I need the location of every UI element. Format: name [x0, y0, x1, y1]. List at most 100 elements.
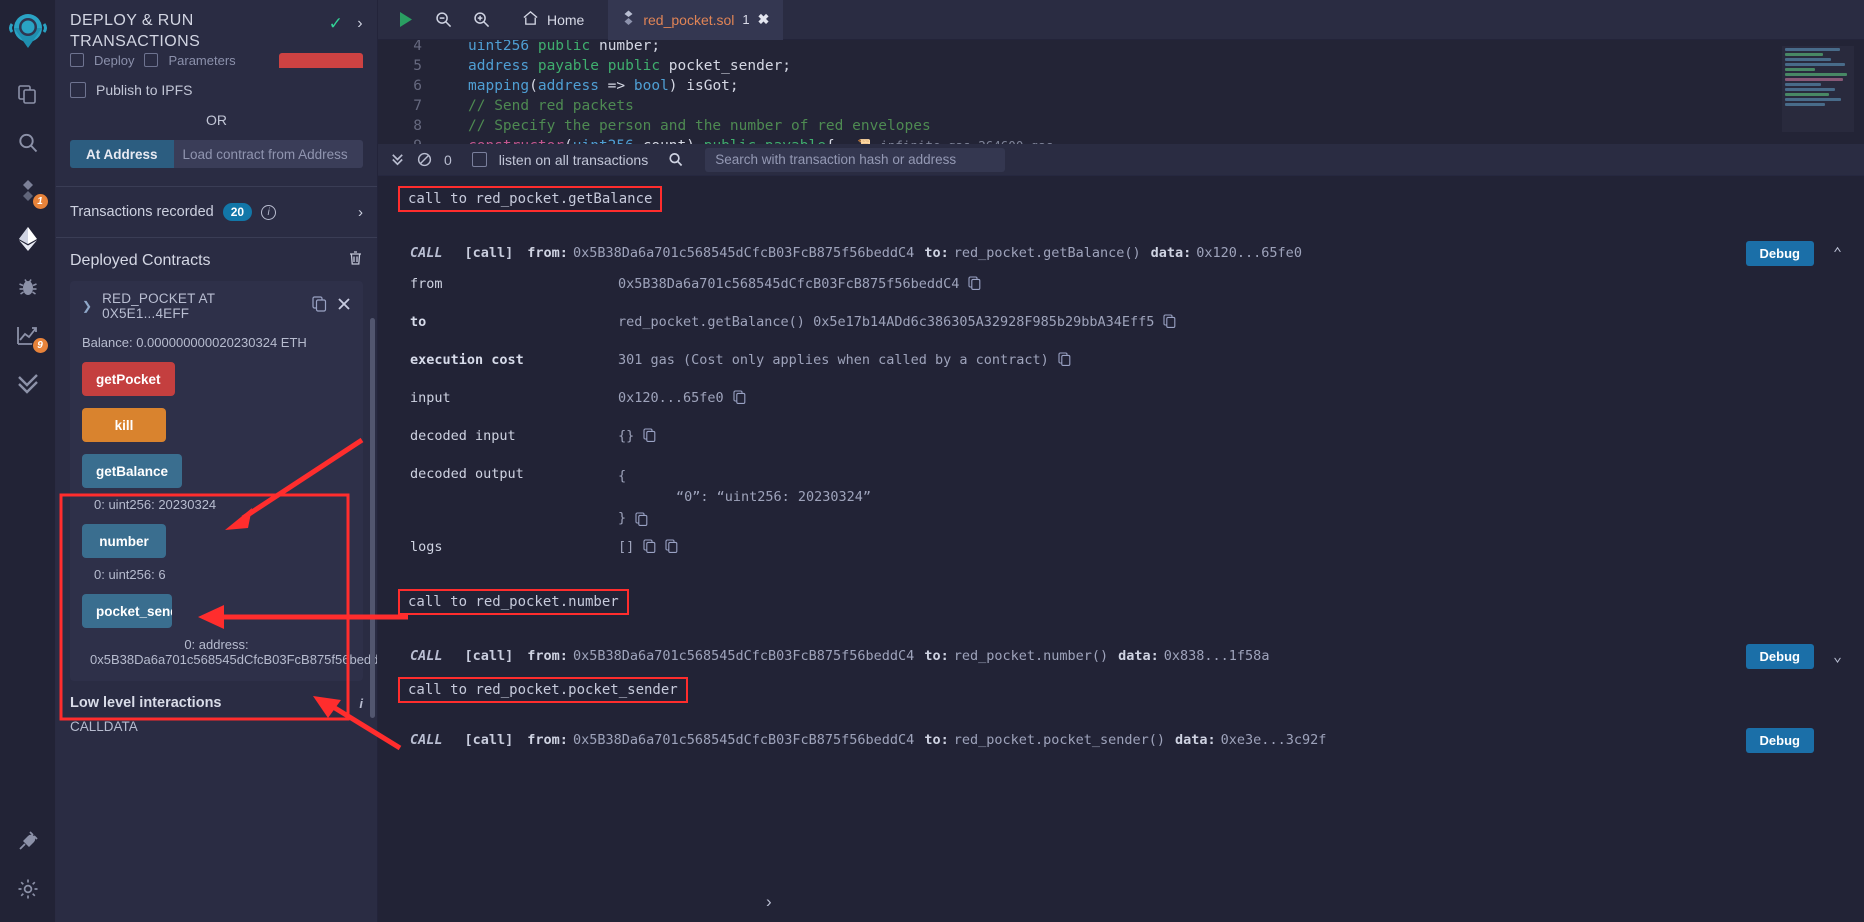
- check-icon[interactable]: ✓: [329, 13, 344, 34]
- publish-ipfs-label: Publish to IPFS: [96, 82, 193, 98]
- copy-icon[interactable]: [643, 539, 656, 553]
- debug-button[interactable]: Debug: [1746, 728, 1814, 753]
- copy-icon[interactable]: [733, 390, 746, 404]
- tab-file-label: red_pocket.sol: [643, 12, 734, 28]
- close-icon[interactable]: ✖: [758, 11, 770, 28]
- home-icon: [522, 10, 539, 29]
- tab-red-pocket-sol[interactable]: red_pocket.sol 1 ✖: [608, 0, 783, 40]
- sidebar-item-plugin-manager[interactable]: [6, 818, 50, 864]
- calldata-label: CALLDATA: [56, 711, 377, 734]
- solidity-badge: 1: [32, 193, 49, 210]
- line-code: constructor(uint256 count) public payabl…: [440, 136, 1053, 144]
- close-icon[interactable]: [337, 297, 351, 316]
- detail-value: { “0”: “uint256: 20230324” }: [618, 464, 871, 529]
- deploy-radio[interactable]: [70, 53, 84, 67]
- chevron-right-icon[interactable]: ›: [358, 204, 363, 221]
- sidebar-item-solidity-compiler[interactable]: 1: [6, 168, 50, 214]
- expand-panel-chevron-icon[interactable]: ›: [766, 892, 772, 912]
- debug-button[interactable]: Debug: [1746, 644, 1814, 669]
- detail-value: red_pocket.getBalance() 0x5e17b14ADd6c38…: [618, 312, 1176, 330]
- terminal-search-input[interactable]: [705, 148, 1005, 172]
- at-address-button[interactable]: At Address: [70, 140, 174, 168]
- publish-ipfs-checkbox[interactable]: [70, 82, 86, 98]
- deploy-run-panel: DEPLOY & RUN TRANSACTIONS ✓ › Deploy Par…: [56, 0, 378, 922]
- sidebar-item-settings[interactable]: [6, 866, 50, 912]
- double-check-icon: [16, 372, 40, 394]
- deploy-button-clipped[interactable]: [279, 53, 363, 68]
- sidebar-item-search[interactable]: [6, 120, 50, 166]
- contract-functions: getPocket kill getBalance 0: uint256: 20…: [82, 350, 351, 667]
- copy-icon[interactable]: [312, 296, 327, 317]
- editor-minimap[interactable]: [1782, 46, 1854, 132]
- contract-header[interactable]: ❯ RED_POCKET AT 0X5E1...4EFF: [82, 291, 351, 321]
- transactions-recorded-row[interactable]: Transactions recorded 20 i ›: [56, 187, 377, 237]
- detail-key: decoded input: [410, 426, 618, 444]
- deployed-contract-card: ❯ RED_POCKET AT 0X5E1...4EFF Balance: 0.…: [70, 281, 363, 681]
- line-code: address payable public pocket_sender;: [440, 56, 791, 76]
- copy-icon[interactable]: [1163, 314, 1176, 328]
- debug-button[interactable]: Debug: [1746, 241, 1814, 266]
- function-button-getBalance[interactable]: getBalance: [82, 454, 182, 488]
- tx-to-value: red_pocket.pocket_sender(): [954, 732, 1165, 748]
- low-level-interactions-header: Low level interactions i: [56, 681, 377, 711]
- transaction-summary-getBalance[interactable]: CALL [call] from: 0x5B38Da6a701c568545dC…: [378, 236, 1864, 270]
- detail-row-execution-cost: execution cost 301 gas (Cost only applie…: [378, 350, 1864, 388]
- code-line: 7 // Send red packets: [378, 96, 1864, 116]
- sidebar-item-deploy-run-transactions[interactable]: [6, 216, 50, 262]
- panel-header: DEPLOY & RUN TRANSACTIONS ✓ ›: [56, 0, 377, 56]
- ban-icon[interactable]: [417, 152, 432, 167]
- copy-icon[interactable]: [635, 512, 648, 526]
- or-separator: OR: [70, 112, 363, 128]
- tx-data-value: 0xe3e...3c92f: [1221, 732, 1327, 748]
- tx-data-label: data:: [1151, 245, 1192, 261]
- publish-ipfs-row[interactable]: Publish to IPFS: [70, 82, 363, 98]
- detail-row-logs: logs []: [378, 537, 1864, 575]
- line-code: // Send red packets: [440, 96, 634, 116]
- transactions-recorded-count: 20: [223, 203, 252, 221]
- transaction-summary-pocket_sender[interactable]: CALL [call] from: 0x5B38Da6a701c568545dC…: [378, 723, 1864, 757]
- code-editor[interactable]: 4 uint256 public number; 5 address payab…: [378, 40, 1864, 144]
- function-button-pocket_sender[interactable]: pocket_sender: [82, 594, 172, 628]
- sidebar-item-analysis[interactable]: 9: [6, 312, 50, 358]
- panel-scrollbar[interactable]: [370, 318, 375, 718]
- sidebar-item-file-explorer[interactable]: [6, 72, 50, 118]
- function-button-number[interactable]: number: [82, 524, 166, 558]
- trash-icon[interactable]: [348, 250, 363, 271]
- terminal-log[interactable]: call to red_pocket.getBalance CALL [call…: [378, 176, 1864, 922]
- zoom-out-icon[interactable]: [426, 4, 460, 36]
- chevron-right-icon[interactable]: ›: [357, 13, 363, 34]
- chevron-down-icon[interactable]: ⌄: [1833, 647, 1842, 665]
- detail-key: execution cost: [410, 350, 618, 368]
- function-button-getPocket[interactable]: getPocket: [82, 362, 175, 396]
- line-number: 9: [378, 136, 440, 144]
- detail-value: 0x5B38Da6a701c568545dCfcB03FcB875f56bedd…: [618, 274, 981, 292]
- copy-icon[interactable]: [643, 428, 656, 442]
- copy-icon[interactable]: [665, 539, 678, 553]
- double-chevron-down-icon[interactable]: [390, 152, 405, 167]
- call-title-getBalance: call to red_pocket.getBalance: [400, 188, 660, 210]
- info-icon[interactable]: i: [261, 205, 276, 220]
- copy-icon[interactable]: [1058, 352, 1071, 366]
- tab-home[interactable]: Home: [508, 0, 598, 40]
- chevron-down-icon[interactable]: ❯: [82, 299, 92, 313]
- zoom-in-icon[interactable]: [464, 4, 498, 36]
- tx-data-label: data:: [1118, 648, 1159, 664]
- detail-key: to: [410, 312, 618, 330]
- sidebar-item-unit-testing[interactable]: [6, 360, 50, 406]
- code-line: 8 // Specify the person and the number o…: [378, 116, 1864, 136]
- sidebar-item-debugger[interactable]: [6, 264, 50, 310]
- search-icon[interactable]: [668, 152, 683, 167]
- function-button-kill[interactable]: kill: [82, 408, 166, 442]
- play-icon[interactable]: [388, 4, 422, 36]
- listen-all-transactions-checkbox[interactable]: [472, 152, 487, 167]
- function-group-pocket_sender: pocket_sender 0: address: 0x5B38Da6a701c…: [82, 582, 351, 667]
- chevron-up-icon[interactable]: ⌃: [1833, 244, 1842, 262]
- files-icon: [17, 84, 39, 106]
- parameters-radio[interactable]: [144, 53, 158, 67]
- tx-to-label: to:: [924, 245, 948, 261]
- info-icon[interactable]: i: [359, 696, 363, 711]
- ethereum-icon: [17, 226, 39, 252]
- transaction-summary-number[interactable]: CALL [call] from: 0x5B38Da6a701c568545dC…: [378, 639, 1864, 673]
- copy-icon[interactable]: [968, 276, 981, 290]
- at-address-input[interactable]: [174, 140, 363, 168]
